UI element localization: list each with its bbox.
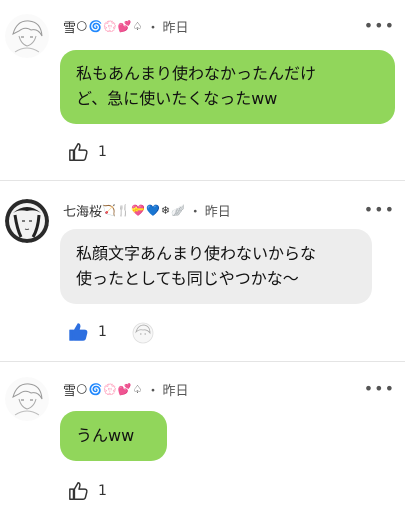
comment-header: 雪 🌕 🌀 💮 💕 ♤ ・ 昨日 (63, 17, 189, 36)
comment-post: 七海桜 🏹 🍴 💝 💙 ❄ 🪽 ・ 昨日 ••• 私顔文字あんまり使わないからな… (0, 181, 405, 361)
avatar[interactable] (5, 377, 49, 421)
username[interactable]: 七海桜 (63, 201, 102, 220)
message-line: ど、急に使いたくなったww (76, 89, 278, 108)
timestamp: 昨日 (162, 384, 189, 399)
thumbs-up-icon (69, 143, 88, 161)
more-options-icon[interactable]: ••• (364, 16, 395, 35)
like-count: 1 (98, 324, 107, 340)
emoji-spade: ♤ (132, 20, 143, 33)
more-options-icon[interactable]: ••• (364, 379, 395, 398)
message-line: 私もあんまり使わなかったんだけ (76, 64, 317, 83)
username[interactable]: 雪 (63, 17, 76, 36)
like-count: 1 (98, 144, 107, 160)
emoji-flower: 💮 (103, 20, 117, 33)
emoji-flower: 💮 (103, 383, 117, 396)
username[interactable]: 雪 (63, 380, 76, 399)
separator-dot: ・ (146, 384, 160, 399)
avatar[interactable] (5, 14, 49, 58)
thumbs-up-icon (69, 482, 88, 500)
emoji-snowflake: ❄ (160, 204, 171, 217)
message-line: うんww (76, 426, 135, 445)
comment-header: 七海桜 🏹 🍴 💝 💙 ❄ 🪽 ・ 昨日 (63, 201, 231, 220)
comment-header: 雪 🌕 🌀 💮 💕 ♤ ・ 昨日 (63, 380, 189, 399)
separator-dot: ・ (146, 21, 160, 36)
message-line: 使ったとしても同じやつかな〜 (76, 269, 299, 288)
emoji-heart-ribbon: 💝 (131, 204, 146, 217)
message-line: 私顔文字あんまり使わないからな (76, 244, 317, 263)
emoji-moon: 🌕 (76, 20, 88, 33)
emoji-cyclone: 🌀 (88, 383, 103, 396)
timestamp: 昨日 (162, 21, 189, 36)
emoji-moon: 🌕 (76, 383, 88, 396)
more-options-icon[interactable]: ••• (364, 200, 395, 219)
message-bubble: 私顔文字あんまり使わないからな 使ったとしても同じやつかな〜 (60, 229, 372, 304)
like-button[interactable]: 1 (68, 480, 107, 502)
emoji-hearts: 💕 (117, 383, 132, 396)
emoji-hearts: 💕 (117, 20, 132, 33)
like-button[interactable]: 1 (68, 321, 107, 343)
thumbs-up-filled-icon (69, 323, 88, 341)
comment-post: 雪 🌕 🌀 💮 💕 ♤ ・ 昨日 ••• 私もあんまり使わなかったんだけ ど、急… (0, 0, 405, 180)
avatar[interactable] (5, 199, 49, 243)
emoji-fork-knife: 🍴 (116, 204, 131, 217)
emoji-bow: 🏹 (102, 204, 116, 217)
emoji-blue-heart: 💙 (146, 204, 160, 217)
like-button[interactable]: 1 (68, 141, 107, 163)
comment-post: 雪 🌕 🌀 💮 💕 ♤ ・ 昨日 ••• うんww 1 (0, 362, 405, 512)
timestamp: 昨日 (204, 205, 231, 220)
emoji-spade: ♤ (132, 383, 143, 396)
emoji-cyclone: 🌀 (88, 20, 103, 33)
separator-dot: ・ (188, 205, 202, 220)
message-bubble: うんww (60, 411, 167, 461)
message-bubble: 私もあんまり使わなかったんだけ ど、急に使いたくなったww (60, 50, 395, 124)
like-count: 1 (98, 483, 107, 499)
liker-avatar[interactable] (132, 322, 154, 344)
emoji-wing: 🪽 (171, 204, 185, 217)
